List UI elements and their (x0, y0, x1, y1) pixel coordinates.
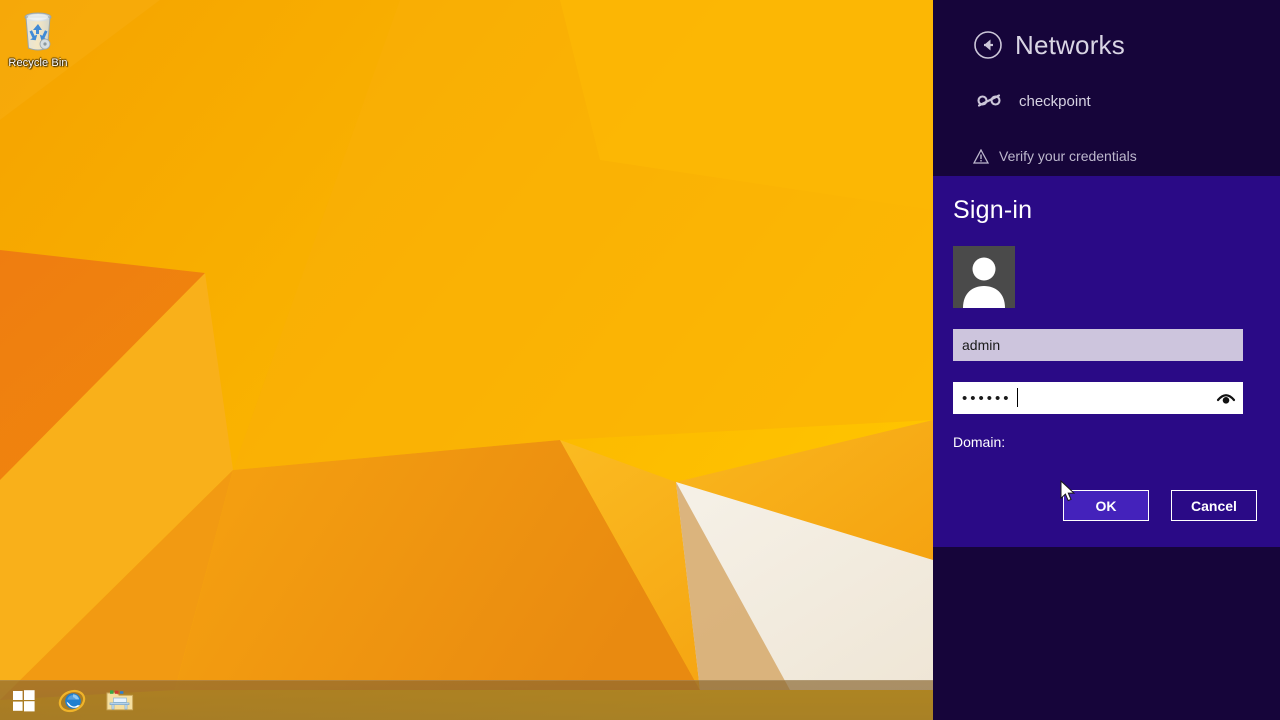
recycle-bin-icon (24, 12, 52, 51)
taskbar[interactable] (0, 680, 933, 720)
username-field-wrap (953, 329, 1243, 361)
file-explorer-button[interactable] (96, 681, 144, 720)
recycle-bin-label: Recycle Bin (8, 57, 68, 69)
networks-notice: Verify your credentials (933, 148, 1280, 165)
file-explorer-icon (106, 689, 134, 710)
eye-reveal-icon (1216, 394, 1236, 404)
networks-header: Networks (933, 0, 1280, 60)
signin-title: Sign-in (953, 196, 1033, 224)
screen: Recycle Bin Networks checkpoint Verify y… (0, 0, 1280, 720)
recycle-bin[interactable]: Recycle Bin (6, 6, 70, 69)
username-input[interactable] (953, 329, 1243, 361)
internet-explorer-icon (58, 689, 86, 712)
reveal-password-button[interactable] (1213, 386, 1239, 410)
networks-list: checkpoint (933, 84, 1280, 118)
network-item-checkpoint[interactable]: checkpoint (933, 84, 1280, 118)
signin-button-row: OK Cancel (933, 490, 1280, 521)
domain-label: Domain: (953, 434, 1006, 450)
network-name: checkpoint (1019, 92, 1091, 110)
vpn-connection-icon (977, 94, 1001, 107)
user-avatar-icon (963, 257, 1005, 308)
desktop[interactable]: Recycle Bin (0, 0, 933, 720)
warning-icon (973, 149, 989, 164)
password-field-wrap (953, 382, 1243, 414)
networks-notice-text: Verify your credentials (999, 148, 1137, 164)
signin-flyout: Sign-in Domain: OK Cancel (933, 176, 1280, 547)
windows-logo-icon (13, 689, 35, 711)
internet-explorer-button[interactable] (48, 681, 96, 720)
avatar (953, 246, 1015, 308)
networks-title: Networks (1015, 30, 1125, 60)
back-arrow-icon[interactable] (973, 30, 1003, 60)
start-button[interactable] (0, 681, 48, 720)
wallpaper (0, 0, 933, 720)
password-input[interactable] (953, 382, 1243, 414)
ok-button[interactable]: OK (1063, 490, 1149, 521)
text-caret (1017, 388, 1018, 407)
cancel-button[interactable]: Cancel (1171, 490, 1257, 521)
